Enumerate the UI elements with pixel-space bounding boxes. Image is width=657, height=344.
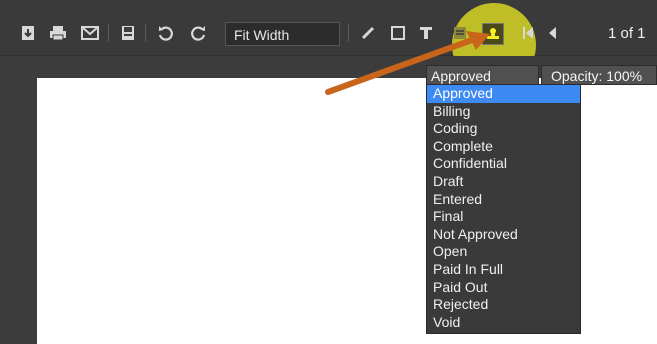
stamp-option-open[interactable]: Open	[427, 243, 580, 261]
stamp-option-entered[interactable]: Entered	[427, 191, 580, 209]
stamp-option-not-approved[interactable]: Not Approved	[427, 226, 580, 244]
stamp-option-approved[interactable]: Approved	[427, 85, 580, 103]
stamp-option-draft[interactable]: Draft	[427, 173, 580, 191]
download-icon[interactable]	[18, 23, 38, 43]
stamp-option-billing[interactable]: Billing	[427, 103, 580, 121]
stamp-type-select[interactable]: Approved	[426, 65, 539, 85]
redo-icon[interactable]	[188, 23, 208, 43]
toolbar: Fit Width 1 of 1	[0, 0, 657, 87]
undo-icon[interactable]	[156, 23, 176, 43]
stamp-icon[interactable]	[482, 23, 504, 45]
toolbar-divider	[108, 24, 109, 42]
opacity-select[interactable]: Opacity: 100%	[541, 65, 657, 85]
email-icon[interactable]	[80, 23, 100, 43]
stamp-option-coding[interactable]: Coding	[427, 120, 580, 138]
note-icon[interactable]	[450, 23, 470, 43]
stamp-option-rejected[interactable]: Rejected	[427, 296, 580, 314]
stamp-option-void[interactable]: Void	[427, 314, 580, 332]
zoom-select[interactable]: Fit Width	[225, 22, 340, 46]
toolbar-divider	[145, 24, 146, 42]
first-page-icon[interactable]	[518, 23, 538, 43]
stamp-option-final[interactable]: Final	[427, 208, 580, 226]
stamp-option-confidential[interactable]: Confidential	[427, 155, 580, 173]
text-icon[interactable]	[416, 23, 436, 43]
save-icon[interactable]	[118, 23, 138, 43]
print-icon[interactable]	[48, 23, 68, 43]
rectangle-icon[interactable]	[388, 23, 408, 43]
stamp-option-paid-in-full[interactable]: Paid In Full	[427, 261, 580, 279]
toolbar-divider	[348, 24, 349, 42]
page-count: 1 of 1	[608, 25, 646, 42]
pen-icon[interactable]	[358, 23, 378, 43]
stamp-option-complete[interactable]: Complete	[427, 138, 580, 156]
stamp-option-paid-out[interactable]: Paid Out	[427, 279, 580, 297]
previous-page-icon[interactable]	[542, 23, 562, 43]
stamp-options-list: Approved Billing Coding Complete Confide…	[426, 84, 581, 334]
